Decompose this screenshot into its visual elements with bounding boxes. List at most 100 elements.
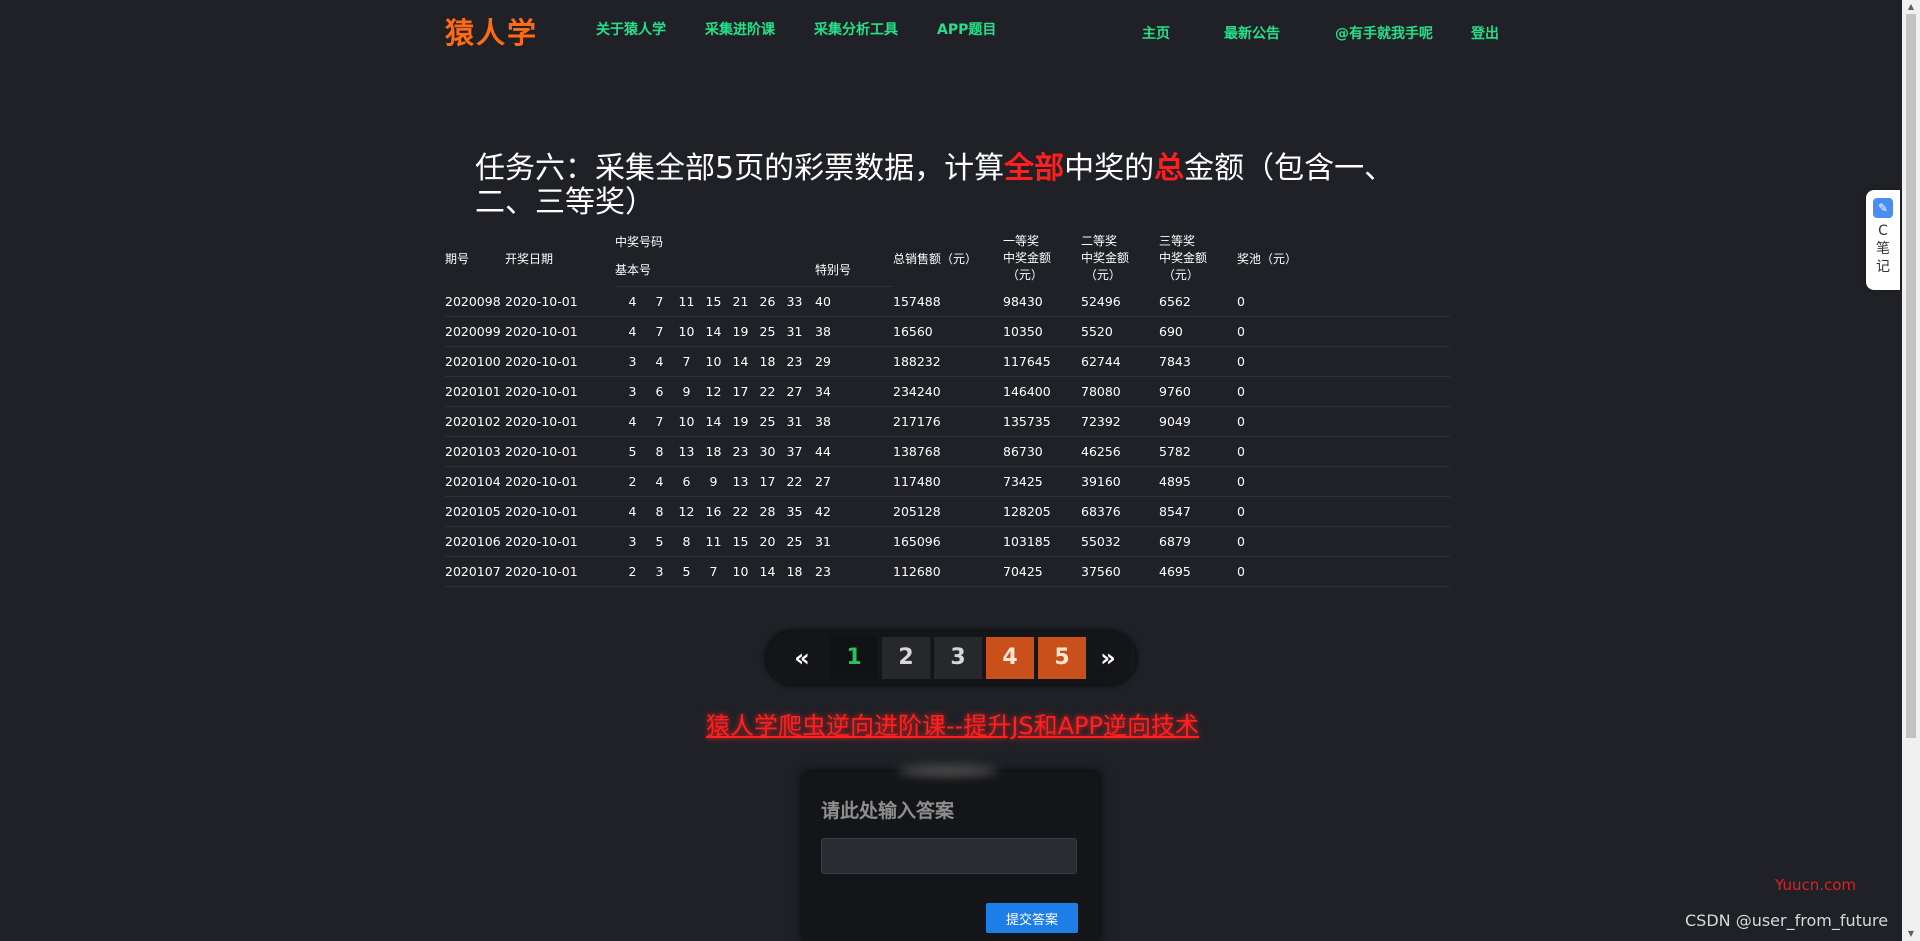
date-cell: 2020-10-01 (505, 564, 578, 579)
first-prize-label: 一等奖 (1003, 233, 1040, 248)
issue-cell: 2020105 (445, 504, 501, 519)
pagination-next[interactable]: » (1084, 637, 1133, 679)
basic-numbers-cell: 4 7 10 14 19 25 31 (615, 407, 815, 437)
table-body: 2020098 2020-10-01 4 7 11 15 21 26 33 40 157488 984… (445, 287, 1450, 587)
nav-app-problems[interactable]: APP题目 (937, 19, 996, 39)
pool-cell: 0 (1237, 474, 1245, 489)
submit-answer-button[interactable]: 提交答案 (986, 903, 1078, 933)
special-number-cell: 27 (815, 474, 831, 489)
basic-number: 7 (709, 564, 718, 579)
answer-input[interactable] (821, 838, 1077, 874)
first-prize-cell: 70425 (1003, 564, 1043, 579)
pool-cell: 0 (1237, 293, 1245, 309)
special-number-cell: 34 (815, 384, 831, 399)
nav-logout[interactable]: 登出 (1471, 23, 1499, 43)
date-cell: 2020-10-01 (505, 384, 578, 399)
sales-cell: 188232 (893, 354, 941, 369)
basic-number: 10 (732, 564, 749, 579)
basic-number: 13 (732, 474, 749, 489)
header-second-prize: 二等奖 中奖金额 （元） (1081, 230, 1159, 287)
row-spacer (1322, 287, 1450, 317)
first-prize-cell: 128205 (1003, 504, 1051, 519)
answer-label: 请此处输入答案 (821, 800, 955, 822)
third-prize-cell: 8547 (1159, 504, 1191, 519)
second-prize-cell: 55032 (1081, 534, 1121, 549)
basic-number: 37 (786, 444, 803, 459)
pool-cell: 0 (1237, 384, 1245, 399)
sales-cell: 234240 (893, 384, 941, 399)
special-number-cell: 40 (815, 294, 831, 309)
page-5[interactable]: 5 (1038, 637, 1087, 679)
site-logo[interactable]: 猿人学 (445, 10, 538, 52)
issue-cell: 2020102 (445, 414, 501, 429)
basic-number: 28 (759, 504, 776, 519)
second-prize-cell: 62744 (1081, 354, 1121, 369)
third-prize-cell: 4695 (1159, 564, 1191, 579)
basic-numbers-cell: 5 8 13 18 23 30 37 (615, 437, 815, 467)
basic-number: 23 (732, 444, 749, 459)
basic-number: 9 (682, 384, 691, 399)
basic-number: 4 (628, 414, 637, 429)
basic-number: 15 (732, 534, 749, 549)
issue-cell: 2020100 (445, 354, 501, 369)
row-spacer (1322, 317, 1450, 347)
pool-cell: 0 (1237, 504, 1245, 519)
date-cell: 2020-10-01 (505, 534, 578, 549)
page-3[interactable]: 3 (934, 637, 983, 679)
table-row: 2020102 2020-10-01 4 7 10 14 19 25 31 38 217176 135… (445, 407, 1450, 437)
issue-cell: 2020104 (445, 474, 501, 489)
pool-cell: 0 (1237, 324, 1245, 339)
nav-analysis-tools[interactable]: 采集分析工具 (814, 19, 898, 39)
header-pool: 奖池（元） (1237, 251, 1298, 266)
second-prize-amount-label: 中奖金额 (1081, 250, 1130, 265)
lottery-table: 期号 开奖日期 中奖号码 总销售额（元） 一等奖 中奖金额 （元） 二等奖 中奖金额… (445, 230, 1450, 587)
table-row: 2020104 2020-10-01 2 4 6 9 13 17 22 27 117480 73425… (445, 467, 1450, 497)
basic-number: 5 (628, 444, 637, 459)
second-prize-label: 二等奖 (1081, 233, 1118, 248)
issue-cell: 2020099 (445, 324, 501, 339)
first-prize-cell: 10350 (1003, 324, 1043, 339)
first-prize-cell: 117645 (1003, 354, 1051, 369)
scroll-down-icon[interactable]: ▼ (1902, 927, 1920, 941)
scrollbar-thumb[interactable] (1906, 14, 1916, 738)
nav-home[interactable]: 主页 (1142, 23, 1170, 43)
pool-cell: 0 (1237, 414, 1245, 429)
scroll-up-icon[interactable]: ▲ (1902, 0, 1920, 14)
second-prize-cell: 37560 (1081, 564, 1121, 579)
table-row: 2020106 2020-10-01 3 5 8 11 15 20 25 31 165096 1031… (445, 527, 1450, 557)
nav-advanced-course[interactable]: 采集进阶课 (705, 19, 775, 39)
pagination-prev[interactable]: « (778, 637, 827, 679)
basic-number: 5 (655, 534, 664, 549)
basic-number: 18 (759, 354, 776, 369)
table-row: 2020099 2020-10-01 4 7 10 14 19 25 31 38 16560 1035… (445, 317, 1450, 347)
vertical-scrollbar[interactable]: ▲ ▼ (1902, 0, 1920, 941)
basic-number: 20 (759, 534, 776, 549)
top-nav-bar: 猿人学 关于猿人学 采集进阶课 采集分析工具 APP题目 主页 最新公告 @有手… (0, 0, 1920, 58)
row-spacer (1322, 407, 1450, 437)
third-prize-cell: 7843 (1159, 354, 1191, 369)
sales-cell: 217176 (893, 414, 941, 429)
nav-about[interactable]: 关于猿人学 (596, 19, 666, 39)
promo-link[interactable]: 猿人学爬虫逆向进阶课--提升JS和APP逆向技术 (0, 706, 1905, 741)
header-basic: 基本号 (615, 252, 815, 287)
sales-cell: 205128 (893, 504, 941, 519)
second-prize-cell: 5520 (1081, 324, 1113, 339)
answer-panel: 请此处输入答案 提交答案 (803, 766, 1099, 941)
special-number-cell: 38 (815, 414, 831, 429)
basic-numbers-cell: 3 5 8 11 15 20 25 (615, 527, 815, 557)
basic-number: 21 (732, 294, 749, 309)
sales-cell: 117480 (893, 474, 941, 489)
page-2[interactable]: 2 (882, 637, 931, 679)
nav-user[interactable]: @有手就我手呢 (1335, 23, 1433, 43)
basic-number: 16 (705, 504, 722, 519)
c-note-widget[interactable]: ✎ C笔记 (1866, 190, 1900, 290)
row-spacer (1322, 377, 1450, 407)
nav-announcements[interactable]: 最新公告 (1224, 23, 1280, 43)
header-winning-numbers: 中奖号码 (615, 234, 664, 249)
page-1[interactable]: 1 (830, 637, 879, 679)
basic-number: 4 (628, 324, 637, 339)
page-4[interactable]: 4 (986, 637, 1035, 679)
title-highlight-all: 全部 (1004, 151, 1065, 187)
row-spacer (1322, 347, 1450, 377)
basic-numbers-cell: 4 7 10 14 19 25 31 (615, 317, 815, 347)
